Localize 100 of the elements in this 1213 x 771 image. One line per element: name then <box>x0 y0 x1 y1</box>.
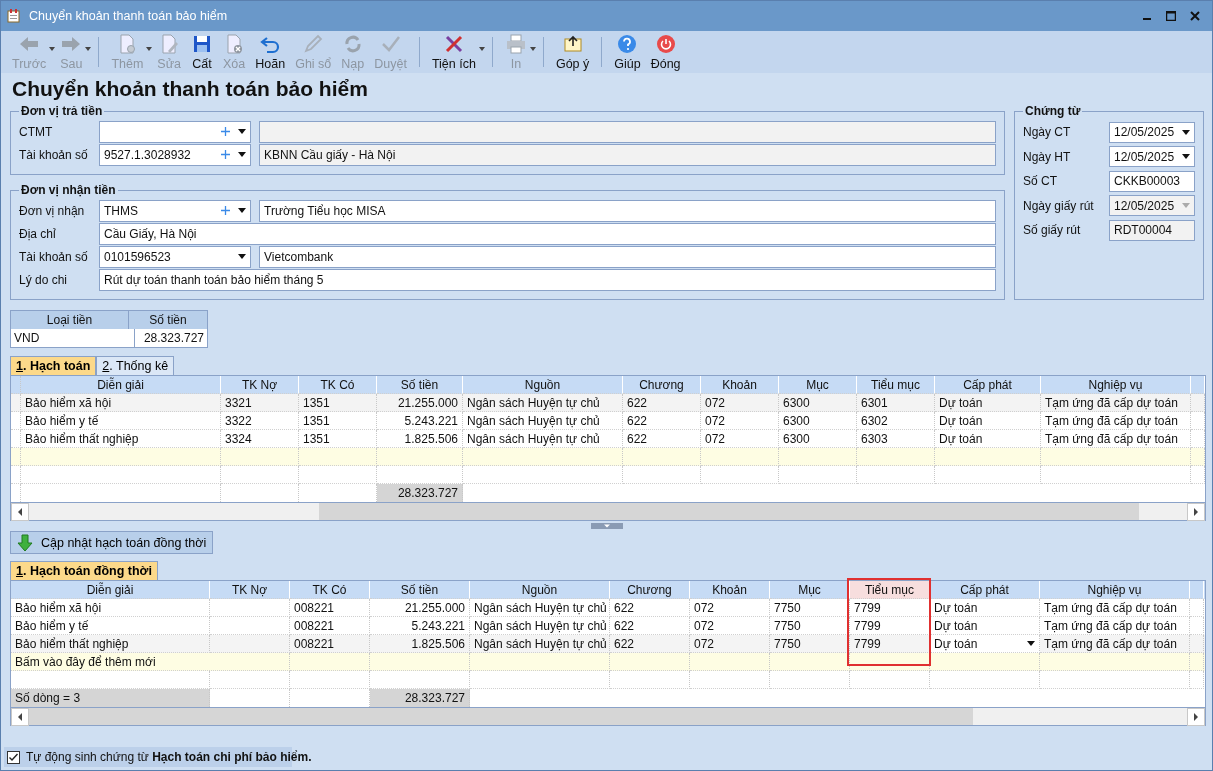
dropdown-caret-icon[interactable] <box>238 152 246 157</box>
combo-box[interactable]: 9527.1.3028932 <box>99 143 251 166</box>
table-cell: Bảo hiểm xã hội <box>25 395 112 410</box>
table-cell: 1.825.506 <box>411 636 465 651</box>
add-icon[interactable] <box>221 206 230 215</box>
dropdown-caret-icon[interactable] <box>85 47 92 51</box>
dropdown-caret-icon[interactable] <box>1027 641 1035 646</box>
table-cell: Dự toán <box>934 636 978 651</box>
group-title: Đơn vị nhận tiền <box>20 183 117 197</box>
table-cell: 072 <box>705 413 726 428</box>
new-row-placeholder[interactable]: Bấm vào đây để thêm mới <box>15 654 156 669</box>
field-label: Tài khoản số <box>19 249 89 264</box>
scrollbar-thumb[interactable] <box>319 503 1139 520</box>
name-field[interactable]: KBNN Cầu giấy - Hà Nội <box>259 143 996 166</box>
new-row[interactable]: Bấm vào đây để thêm mới <box>11 653 1205 671</box>
help-icon <box>616 33 639 55</box>
update-button[interactable]: Cập nhật hạch toán đồng thời <box>10 531 214 554</box>
name-field[interactable]: Trường Tiểu học MISA <box>259 199 996 222</box>
toolbar-button[interactable]: Cất <box>186 33 219 71</box>
name-field[interactable]: Vietcombank <box>259 245 996 268</box>
toolbar-button[interactable]: Góp ý <box>550 33 595 71</box>
column-header: Tiểu mục <box>850 581 930 599</box>
dropdown-caret-icon[interactable] <box>238 208 246 213</box>
table-cell: 008221 <box>294 636 335 651</box>
combo-box[interactable]: THMS <box>99 199 251 222</box>
column-header: Nguồn <box>470 581 610 599</box>
date-field[interactable]: 12/05/2025 <box>1109 121 1195 143</box>
table-cell: Ngân sách Huyện tự chủ <box>474 636 607 651</box>
table-cell: Ngân sách Huyện tự chủ <box>467 413 600 428</box>
toolbar-button[interactable]: Đóng <box>645 33 686 71</box>
group-title: Đơn vị trả tiền <box>20 104 104 118</box>
row-count-cell: Số dòng = 3 <box>11 689 210 707</box>
dropdown-caret-icon[interactable] <box>529 47 536 51</box>
input-field[interactable]: Rút dự toán thanh toán bảo hiểm tháng 5 <box>99 268 996 291</box>
dropdown-caret-icon[interactable] <box>238 254 246 259</box>
dropdown-caret-icon[interactable] <box>1182 154 1190 160</box>
table-cell-text: 28.323.727 <box>142 330 205 347</box>
name-field[interactable] <box>259 120 996 143</box>
table-cell: 072 <box>694 600 715 615</box>
date-field[interactable]: 12/05/2025 <box>1109 146 1195 168</box>
table-cell: 6303 <box>861 431 888 446</box>
column-header: Diễn giải <box>11 581 210 599</box>
add-icon[interactable] <box>221 150 230 159</box>
dropdown-caret-icon[interactable] <box>1182 129 1190 135</box>
table-row[interactable]: Bảo hiểm xã hội 3321 1351 21.255.000 Ngân sách Huyện tự chủ 622 072 6300 6301 Dự toán Tạm ứng đã cấp dự toán <box>11 394 1205 412</box>
table-cell: 072 <box>694 618 715 633</box>
scroll-left-icon[interactable] <box>11 503 29 521</box>
pencil-icon <box>302 33 325 55</box>
table-cell: 5.243.221 <box>404 413 458 428</box>
field-label: Ngày giấy rút <box>1023 198 1095 213</box>
table-cell: Dự toán <box>939 395 983 410</box>
window-title: Chuyển khoản thanh toán bảo hiểm <box>29 9 229 23</box>
column-header: Khoản <box>690 581 770 599</box>
dropdown-caret-icon[interactable] <box>146 47 153 51</box>
dropdown-caret-icon[interactable] <box>238 129 246 134</box>
toolbar-button[interactable]: Hoãn <box>250 33 291 71</box>
table-cell: Bảo hiểm y tế <box>25 413 99 428</box>
table-cell: Dự toán <box>939 413 983 428</box>
scroll-right-icon[interactable] <box>1187 708 1205 726</box>
column-header: Loại tiền <box>11 311 129 329</box>
tab[interactable]: 2. Thống kê <box>96 356 175 375</box>
toolbar-button[interactable]: Giúp <box>609 33 646 71</box>
scrollbar-thumb[interactable] <box>29 708 973 725</box>
table-cell: 008221 <box>294 600 335 615</box>
table-cell: 6300 <box>783 431 810 446</box>
scroll-left-icon[interactable] <box>11 708 29 726</box>
tab[interactable]: 1. Hạch toán đồng thời <box>10 561 158 580</box>
column-header: TK Có <box>290 581 370 599</box>
app-icon <box>7 9 21 23</box>
field-label: Tài khoản số <box>19 147 89 162</box>
printer-icon <box>504 33 527 55</box>
scroll-right-icon[interactable] <box>1187 503 1205 521</box>
table-cell: Tạm ứng đã cấp dự toán <box>1044 636 1177 651</box>
table-cell: Bảo hiểm thất nghiệp <box>25 431 139 446</box>
tab[interactable]: 1. Hạch toán <box>10 356 97 375</box>
page-heading: Chuyển khoản thanh toán bảo hiểm <box>12 76 369 102</box>
dropdown-caret-icon[interactable] <box>478 47 485 51</box>
table-row[interactable]: Bảo hiểm y tế 3322 1351 5.243.221 Ngân sách Huyện tự chủ 622 072 6300 6302 Dự toán Tạm ứng đã cấp dự toán <box>11 412 1205 430</box>
table-cell: Tạm ứng đã cấp dự toán <box>1045 395 1178 410</box>
close-icon[interactable] <box>1190 11 1200 21</box>
column-header: Chương <box>610 581 690 599</box>
down-arrow-icon <box>17 533 33 552</box>
input-field[interactable]: CKKB00003 <box>1109 170 1195 192</box>
maximize-icon[interactable] <box>1166 11 1176 21</box>
option-label: Tự động sinh chứng từ Hạch toán chi phí bảo hiểm. <box>26 750 312 764</box>
input-field[interactable]: Cầu Giấy, Hà Nội <box>99 222 996 245</box>
table-cell: 1351 <box>303 431 330 446</box>
combo-box[interactable]: 0101596523 <box>99 245 251 268</box>
splitter-handle[interactable] <box>591 523 623 529</box>
table-cell: 072 <box>694 636 715 651</box>
add-icon[interactable] <box>221 127 230 136</box>
table-cell: 1351 <box>303 413 330 428</box>
table-cell: 6300 <box>783 395 810 410</box>
table-cell: 072 <box>705 395 726 410</box>
table-row[interactable]: Bảo hiểm thất nghiệp 008221 1.825.506 Ngân sách Huyện tự chủ 622 072 7750 7799 Dự toán Tạm ứng đã cấp dự toán <box>11 635 1205 653</box>
toolbar-button[interactable]: Tiện ích <box>426 33 481 71</box>
dropdown-caret-icon[interactable] <box>49 47 56 51</box>
checkbox[interactable] <box>7 750 20 764</box>
group-title: Chứng từ <box>1024 104 1082 118</box>
table-row[interactable]: Bảo hiểm xã hội 008221 21.255.000 Ngân sách Huyện tự chủ 622 072 7750 7799 Dự toán Tạm ứng đã cấp dự toán <box>11 599 1205 617</box>
